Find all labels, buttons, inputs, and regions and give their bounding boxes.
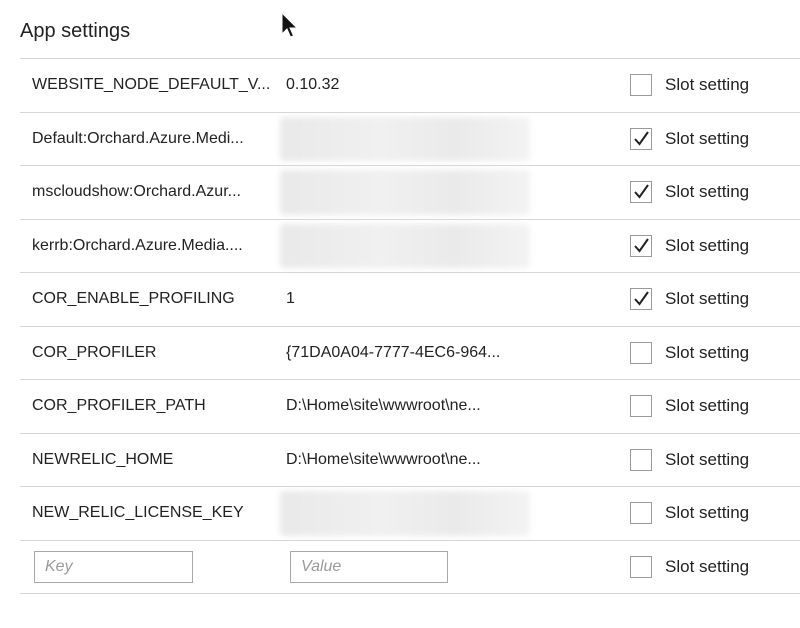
redacted-value <box>280 223 530 268</box>
setting-key[interactable]: COR_PROFILER_PATH <box>32 380 277 433</box>
setting-value[interactable]: {71DA0A04-7777-4EC6-964... <box>286 327 536 380</box>
table-row[interactable]: Default:Orchard.Azure.Medi... Slot settin… <box>20 113 800 166</box>
slot-setting-label: Slot setting <box>665 75 750 95</box>
slot-setting-checkbox[interactable] <box>630 502 652 525</box>
slot-setting: Slot setting <box>630 166 749 219</box>
slot-setting-checkbox[interactable] <box>630 555 652 578</box>
new-key-input[interactable] <box>34 550 193 583</box>
slot-setting-checkbox[interactable] <box>630 448 652 471</box>
checkmark-icon <box>634 184 649 199</box>
checkmark-icon <box>634 131 649 146</box>
mouse-pointer-icon <box>281 12 299 38</box>
setting-value[interactable]: 1 <box>286 273 536 326</box>
setting-key[interactable]: NEWRELIC_HOME <box>32 434 277 487</box>
new-value-input[interactable] <box>290 550 448 583</box>
slot-setting-checkbox[interactable] <box>630 395 652 418</box>
section-title: App settings <box>20 20 131 42</box>
table-row[interactable]: NEWRELIC_HOME D:\Home\site\wwwroot\ne... S… <box>20 434 800 487</box>
setting-value[interactable]: 0.10.32 <box>286 59 536 112</box>
slot-setting: Slot setting <box>630 487 749 540</box>
table-row[interactable]: WEBSITE_NODE_DEFAULT_V... 0.10.32 Slot set… <box>20 59 800 113</box>
checkmark-icon <box>634 238 649 253</box>
slot-setting-label: Slot setting <box>665 556 750 576</box>
slot-setting-checkbox[interactable] <box>630 234 652 257</box>
table-row[interactable]: COR_ENABLE_PROFILING 1 Slot setting <box>20 273 800 327</box>
setting-key[interactable]: WEBSITE_NODE_DEFAULT_V... <box>32 59 277 112</box>
slot-setting-label: Slot setting <box>665 182 750 202</box>
slot-setting-label: Slot setting <box>665 342 750 362</box>
setting-value[interactable]: D:\Home\site\wwwroot\ne... <box>286 434 536 487</box>
slot-setting: Slot setting <box>630 113 749 166</box>
slot-setting-label: Slot setting <box>665 289 750 309</box>
setting-key[interactable]: mscloudshow:Orchard.Azur... <box>32 166 277 219</box>
slot-setting-label: Slot setting <box>665 235 750 255</box>
table-row[interactable]: COR_PROFILER_PATH D:\Home\site\wwwroot\ne… <box>20 380 800 434</box>
setting-key[interactable]: COR_PROFILER <box>32 327 277 380</box>
slot-setting: Slot setting <box>630 327 749 380</box>
slot-setting-checkbox[interactable] <box>630 288 652 311</box>
slot-setting: Slot setting <box>630 434 749 487</box>
checkmark-icon <box>634 291 649 306</box>
slot-setting-label: Slot setting <box>665 503 750 523</box>
setting-key[interactable]: kerrb:Orchard.Azure.Media.... <box>32 220 277 273</box>
slot-setting-label: Slot setting <box>665 449 750 469</box>
slot-setting-checkbox[interactable] <box>630 341 652 364</box>
table-row[interactable]: mscloudshow:Orchard.Azur... Slot setting <box>20 166 800 220</box>
redacted-value <box>280 116 530 161</box>
redacted-value <box>280 491 530 536</box>
slot-setting: Slot setting <box>630 380 749 433</box>
slot-setting: Slot setting <box>630 59 749 112</box>
slot-setting-checkbox[interactable] <box>630 181 652 204</box>
slot-setting-checkbox[interactable] <box>630 74 652 97</box>
new-setting-row: Slot setting <box>20 541 800 594</box>
setting-key[interactable]: Default:Orchard.Azure.Medi... <box>32 113 277 166</box>
setting-key[interactable]: COR_ENABLE_PROFILING <box>32 273 277 326</box>
slot-setting: Slot setting <box>630 541 749 594</box>
slot-setting: Slot setting <box>630 220 749 273</box>
table-row[interactable]: kerrb:Orchard.Azure.Media.... Slot settin… <box>20 220 800 273</box>
setting-value[interactable]: D:\Home\site\wwwroot\ne... <box>286 380 536 433</box>
app-settings-table: WEBSITE_NODE_DEFAULT_V... 0.10.32 Slot set… <box>20 58 800 594</box>
table-row[interactable]: NEW_RELIC_LICENSE_KEY Slot setting <box>20 487 800 541</box>
slot-setting: Slot setting <box>630 273 749 326</box>
table-row[interactable]: COR_PROFILER {71DA0A04-7777-4EC6-964... Sl… <box>20 327 800 380</box>
setting-key[interactable]: NEW_RELIC_LICENSE_KEY <box>32 487 277 540</box>
slot-setting-label: Slot setting <box>665 396 750 416</box>
redacted-value <box>280 170 530 215</box>
slot-setting-checkbox[interactable] <box>630 127 652 150</box>
slot-setting-label: Slot setting <box>665 128 750 148</box>
